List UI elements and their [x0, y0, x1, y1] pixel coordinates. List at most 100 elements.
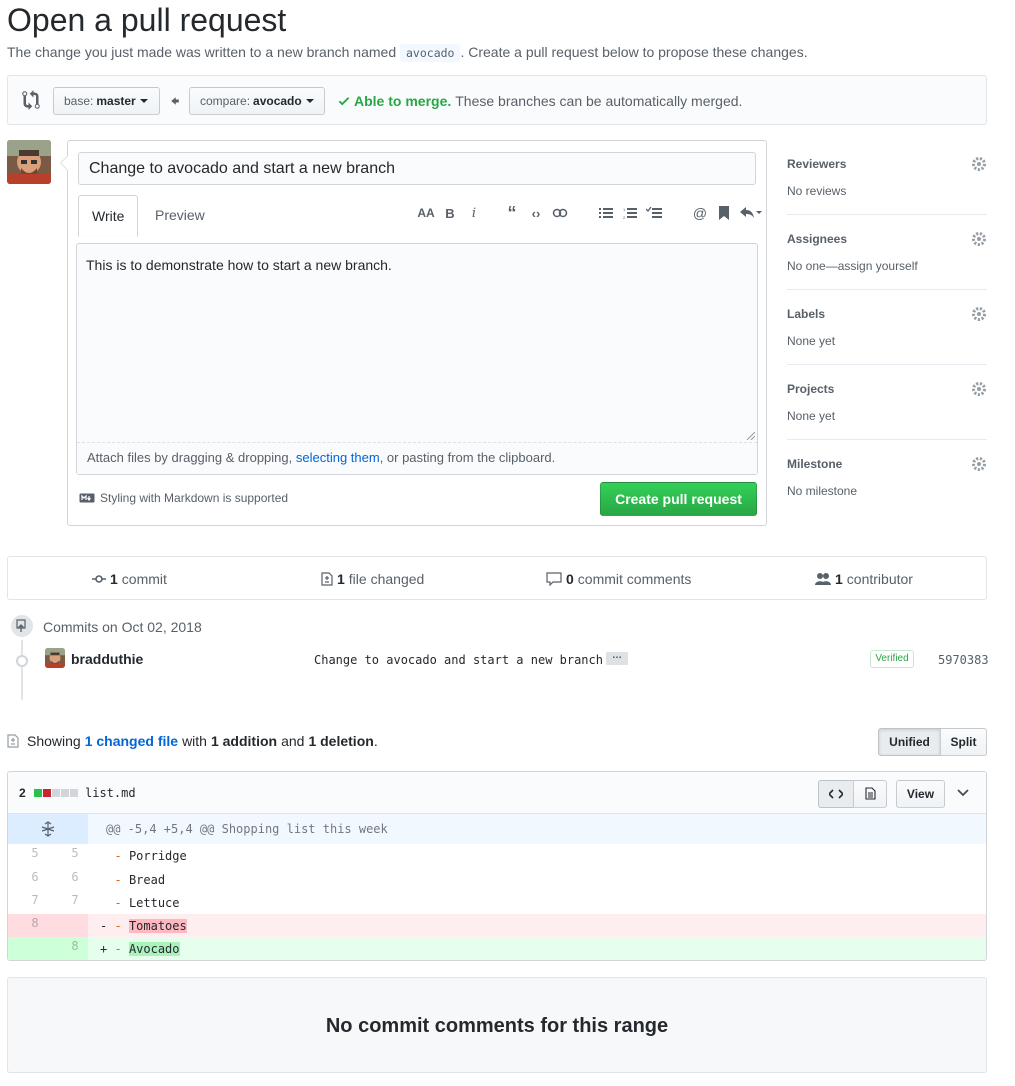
files-label: file changed: [348, 571, 425, 587]
commit-sha-link[interactable]: 5970383: [938, 653, 989, 667]
showing-label: Showing: [27, 733, 81, 749]
hunk-gutter[interactable]: [8, 814, 88, 844]
diffstat-neutral-block: [61, 789, 69, 797]
diff-line-text: Avocado: [128, 942, 180, 956]
no-comments-blankslate: No commit comments for this range: [7, 977, 987, 1073]
commit-avatar[interactable]: [45, 648, 65, 668]
commit-message-link[interactable]: Change to avocado and start a new branch: [314, 653, 603, 667]
base-branch-select[interactable]: base: master: [53, 87, 160, 115]
old-line-number[interactable]: 6: [15, 868, 55, 892]
bookmark-icon[interactable]: [716, 205, 732, 221]
new-line-number[interactable]: 6: [55, 868, 95, 892]
resize-handle-icon[interactable]: [747, 432, 755, 440]
new-line-number[interactable]: [55, 914, 95, 938]
select-files-link[interactable]: selecting them: [296, 450, 380, 465]
contributors-label: contributor: [846, 571, 913, 587]
old-line-number[interactable]: 7: [15, 891, 55, 915]
list-unordered-icon[interactable]: [598, 205, 614, 221]
new-line-number[interactable]: 7: [55, 891, 95, 915]
bold-icon[interactable]: B: [442, 205, 458, 221]
expand-commit-button[interactable]: …: [606, 651, 628, 665]
diff-line-text: Tomatoes: [128, 919, 187, 933]
diff-sign: +: [100, 942, 108, 956]
arrow-left-icon: [171, 97, 179, 105]
svg-text:1: 1: [623, 207, 626, 212]
file-name-link[interactable]: list.md: [85, 786, 136, 800]
chevron-down-icon[interactable]: [956, 786, 970, 800]
link-icon[interactable]: [552, 205, 568, 221]
base-label: base:: [64, 94, 94, 108]
attach-post: , or pasting from the clipboard.: [379, 450, 556, 465]
sidebar-value: None yet: [787, 334, 836, 348]
file-header: 2 list.md View: [8, 772, 986, 814]
merge-status: Able to merge. These branches can be aut…: [338, 93, 742, 109]
pr-body-textarea[interactable]: This is to demonstrate how to start a ne…: [76, 243, 758, 475]
user-photo-icon: [7, 140, 51, 184]
sidebar-heading[interactable]: Assignees: [787, 232, 847, 246]
mention-icon[interactable]: @: [692, 205, 708, 221]
file-attach-area[interactable]: Attach files by dragging & dropping, sel…: [77, 442, 757, 474]
header-text-icon[interactable]: AA: [417, 205, 434, 221]
rich-diff-button[interactable]: [853, 780, 887, 808]
avatar[interactable]: [7, 140, 51, 184]
gear-icon[interactable]: [971, 456, 987, 472]
file-diff: 2 list.md View @@ -5,4 +5,4 @@ Shopping …: [7, 771, 987, 961]
new-line-number[interactable]: 8: [55, 937, 95, 960]
range-editor: base: master compare: avocado Able to merg…: [7, 75, 987, 125]
markdown-note[interactable]: Styling with Markdown is supported: [79, 491, 288, 505]
diffstat-neutral-block: [70, 789, 78, 797]
markdown-note-text: Styling with Markdown is supported: [100, 491, 289, 505]
unfold-icon[interactable]: [40, 821, 56, 837]
commit-dot-icon: [16, 655, 28, 667]
view-file-button[interactable]: View: [896, 780, 945, 808]
sidebar-heading[interactable]: Reviewers: [787, 157, 846, 171]
italic-icon[interactable]: i: [466, 205, 482, 221]
sidebar-assignees: Assignees No one—assign yourself: [787, 215, 987, 290]
old-line-number[interactable]: [15, 937, 55, 960]
summary-files[interactable]: 1 file changed: [321, 571, 424, 587]
old-line-number[interactable]: 8: [15, 914, 55, 938]
sidebar-heading[interactable]: Milestone: [787, 457, 842, 471]
diff-line: 7 7 - Lettuce: [8, 891, 986, 915]
pr-title-input[interactable]: Change to avocado and start a new branch: [78, 152, 756, 185]
quote-icon[interactable]: “: [504, 203, 520, 223]
gear-icon[interactable]: [971, 156, 987, 172]
changed-files-link[interactable]: 1 changed file: [85, 733, 178, 749]
timeline-line: [21, 638, 23, 700]
gear-icon[interactable]: [971, 306, 987, 322]
commit-author-link[interactable]: bradduthie: [71, 651, 143, 667]
chevron-down-icon: [305, 99, 314, 103]
sidebar-value: No milestone: [787, 484, 858, 498]
file-icon: [864, 787, 876, 800]
tab-write[interactable]: Write: [78, 195, 138, 237]
unified-view-button[interactable]: Unified: [878, 728, 941, 756]
file-diff-icon: [321, 572, 333, 586]
and-label: and: [281, 733, 305, 749]
diffstat-add-block: [34, 789, 42, 797]
split-view-button[interactable]: Split: [940, 728, 987, 756]
create-pull-request-button[interactable]: Create pull request: [600, 482, 757, 516]
sidebar-value[interactable]: No one—assign yourself: [787, 259, 918, 273]
old-line-number[interactable]: 5: [15, 844, 55, 868]
file-change-count: 2: [19, 786, 26, 800]
gear-icon[interactable]: [971, 381, 987, 397]
compare-branch-select[interactable]: compare: avocado: [189, 87, 325, 115]
summary-commits[interactable]: 1 commit: [92, 571, 167, 587]
summary-contributors[interactable]: 1 contributor: [815, 571, 913, 587]
tasklist-icon[interactable]: [646, 205, 662, 221]
markdown-toolbar: AA B i “ ‹› 12 @: [414, 201, 766, 225]
check-icon: [338, 97, 350, 106]
tab-preview[interactable]: Preview: [142, 195, 218, 237]
summary-comments[interactable]: 0 commit comments: [546, 571, 691, 587]
gear-icon[interactable]: [971, 231, 987, 247]
markdown-icon: [79, 493, 95, 503]
sidebar-heading[interactable]: Labels: [787, 307, 825, 321]
diff-sign: [100, 849, 107, 863]
sidebar-heading[interactable]: Projects: [787, 382, 834, 396]
verified-badge[interactable]: Verified: [870, 650, 914, 668]
list-ordered-icon[interactable]: 12: [622, 205, 638, 221]
source-diff-button[interactable]: [818, 780, 854, 808]
reply-icon[interactable]: [740, 205, 762, 221]
new-line-number[interactable]: 5: [55, 844, 95, 868]
code-icon[interactable]: ‹›: [528, 205, 544, 221]
